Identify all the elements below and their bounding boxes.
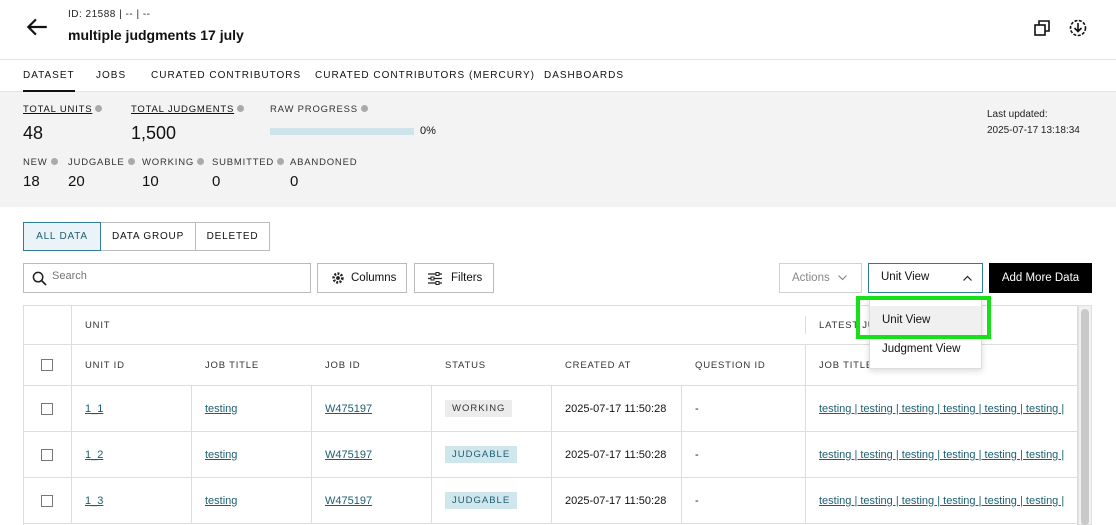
submitted-value: 0 bbox=[212, 173, 221, 190]
total-units-value: 48 bbox=[23, 123, 44, 143]
col-question-id[interactable]: QUESTION ID bbox=[695, 345, 766, 385]
info-icon bbox=[277, 158, 285, 165]
segment-deleted[interactable]: DELETED bbox=[195, 222, 270, 251]
tab-curated-contributors[interactable]: CURATED CONTRIBUTORS bbox=[151, 60, 301, 92]
page-title: multiple judgments 17 july bbox=[68, 27, 244, 43]
col-latest-job-title[interactable]: JOB TITLE bbox=[819, 345, 873, 385]
tab-dashboards[interactable]: DASHBOARDS bbox=[544, 60, 624, 92]
job-title-link[interactable]: testing bbox=[205, 432, 237, 477]
sliders-icon bbox=[428, 272, 442, 285]
row-checkbox[interactable] bbox=[41, 402, 53, 415]
job-title-link[interactable]: testing bbox=[205, 478, 237, 523]
job-id-link[interactable]: W475197 bbox=[325, 432, 372, 477]
created-at: 2025-07-17 11:50:28 bbox=[565, 494, 667, 507]
info-icon bbox=[360, 105, 368, 112]
tab-dataset[interactable]: DATASET bbox=[23, 60, 75, 92]
actions-label: Actions bbox=[792, 272, 830, 284]
last-updated-label: Last updated: bbox=[987, 109, 1048, 120]
info-icon bbox=[197, 158, 205, 165]
segment-data-group[interactable]: DATA GROUP bbox=[100, 222, 196, 251]
unit-id-link[interactable]: 1_3 bbox=[85, 478, 103, 523]
question-id: - bbox=[695, 448, 699, 461]
last-updated-value: 2025-07-17 13:18:34 bbox=[987, 125, 1080, 136]
col-unit-id[interactable]: UNIT ID bbox=[85, 345, 125, 385]
tab-curated-contributors-mercury[interactable]: CURATED CONTRIBUTORS (MERCURY) bbox=[315, 60, 535, 92]
back-arrow-icon[interactable] bbox=[24, 14, 50, 40]
status-badge: WORKING bbox=[445, 400, 513, 417]
job-meta: ID: 21588 | -- | -- bbox=[68, 9, 151, 20]
col-job-title[interactable]: JOB TITLE bbox=[205, 345, 259, 385]
question-id: - bbox=[695, 494, 699, 507]
tab-jobs[interactable]: JOBS bbox=[96, 60, 126, 92]
download-circle-icon[interactable] bbox=[1068, 18, 1088, 38]
copy-icon[interactable] bbox=[1032, 18, 1052, 38]
add-more-data-button[interactable]: Add More Data bbox=[989, 263, 1092, 293]
info-icon bbox=[50, 158, 58, 165]
filters-button[interactable]: Filters bbox=[414, 263, 494, 293]
question-id: - bbox=[695, 402, 699, 415]
chevron-down-icon bbox=[838, 275, 847, 281]
highlight-box bbox=[856, 296, 991, 339]
job-id-link[interactable]: W475197 bbox=[325, 386, 372, 431]
info-icon bbox=[127, 158, 135, 165]
main-tabs: DATASET JOBS CURATED CONTRIBUTORS CURATE… bbox=[0, 60, 1116, 92]
raw-progress-label: RAW PROGRESS bbox=[270, 104, 368, 115]
select-all-checkbox[interactable] bbox=[41, 359, 53, 371]
judgable-value: 20 bbox=[68, 173, 85, 190]
columns-button[interactable]: Columns bbox=[317, 263, 407, 293]
job-id-link[interactable]: W475197 bbox=[325, 478, 372, 523]
abandoned-value: 0 bbox=[290, 173, 299, 190]
total-units-label[interactable]: TOTAL UNITS bbox=[23, 104, 103, 115]
search-box[interactable] bbox=[23, 263, 311, 293]
unit-id-link[interactable]: 1_2 bbox=[85, 432, 103, 477]
page-header: ID: 21588 | -- | -- multiple judgments 1… bbox=[0, 0, 1116, 60]
group-unit-header: UNIT bbox=[85, 319, 111, 331]
new-label: NEW bbox=[23, 157, 58, 168]
total-judgments-value: 1,500 bbox=[131, 123, 177, 143]
search-input[interactable] bbox=[52, 270, 302, 282]
raw-progress-percent: 0% bbox=[420, 125, 436, 137]
col-created-at[interactable]: CREATED AT bbox=[565, 345, 631, 385]
columns-label: Columns bbox=[351, 272, 397, 284]
working-label: WORKING bbox=[142, 157, 205, 168]
table-row[interactable]: 1_2 testing W475197 JUDGABLE 2025-07-17 … bbox=[24, 432, 1077, 478]
raw-progress-bar bbox=[270, 128, 414, 135]
search-icon bbox=[32, 271, 47, 286]
view-select-value: Unit View bbox=[881, 271, 930, 283]
job-title-link[interactable]: testing bbox=[205, 386, 237, 431]
filters-label: Filters bbox=[451, 272, 483, 284]
status-badge: JUDGABLE bbox=[445, 446, 518, 463]
created-at: 2025-07-17 11:50:28 bbox=[565, 448, 667, 461]
col-job-id[interactable]: JOB ID bbox=[325, 345, 360, 385]
view-select[interactable]: Unit View bbox=[868, 263, 983, 293]
latest-job-titles[interactable]: testing | testing | testing | testing | … bbox=[819, 432, 1064, 477]
latest-job-titles[interactable]: testing | testing | testing | testing | … bbox=[819, 386, 1064, 431]
option-judgment-view[interactable]: Judgment View bbox=[870, 335, 981, 364]
row-checkbox[interactable] bbox=[41, 494, 53, 507]
judgable-label: JUDGABLE bbox=[68, 157, 135, 168]
scrollbar-thumb[interactable] bbox=[1081, 309, 1089, 525]
table-row[interactable]: 1_3 testing W475197 JUDGABLE 2025-07-17 … bbox=[24, 478, 1077, 524]
new-value: 18 bbox=[23, 173, 40, 190]
chevron-up-icon bbox=[963, 275, 972, 281]
created-at: 2025-07-17 11:50:28 bbox=[565, 402, 667, 415]
actions-button[interactable]: Actions bbox=[779, 263, 862, 293]
working-value: 10 bbox=[142, 173, 159, 190]
info-icon bbox=[95, 105, 103, 112]
total-judgments-label[interactable]: TOTAL JUDGMENTS bbox=[131, 104, 245, 115]
abandoned-label: ABANDONED bbox=[290, 157, 358, 168]
table-scrollbar[interactable] bbox=[1078, 305, 1092, 525]
col-status[interactable]: STATUS bbox=[445, 345, 486, 385]
status-badge: JUDGABLE bbox=[445, 492, 518, 509]
unit-id-link[interactable]: 1_1 bbox=[85, 386, 103, 431]
gear-icon bbox=[332, 272, 344, 284]
submitted-label: SUBMITTED bbox=[212, 157, 285, 168]
latest-job-titles[interactable]: testing | testing | testing | testing | … bbox=[819, 478, 1064, 523]
segment-all-data[interactable]: ALL DATA bbox=[23, 222, 101, 251]
last-updated: Last updated: 2025-07-17 13:18:34 bbox=[987, 107, 1080, 139]
table-row[interactable]: 1_1 testing W475197 WORKING 2025-07-17 1… bbox=[24, 386, 1077, 432]
row-checkbox[interactable] bbox=[41, 448, 53, 461]
info-icon bbox=[237, 105, 245, 112]
